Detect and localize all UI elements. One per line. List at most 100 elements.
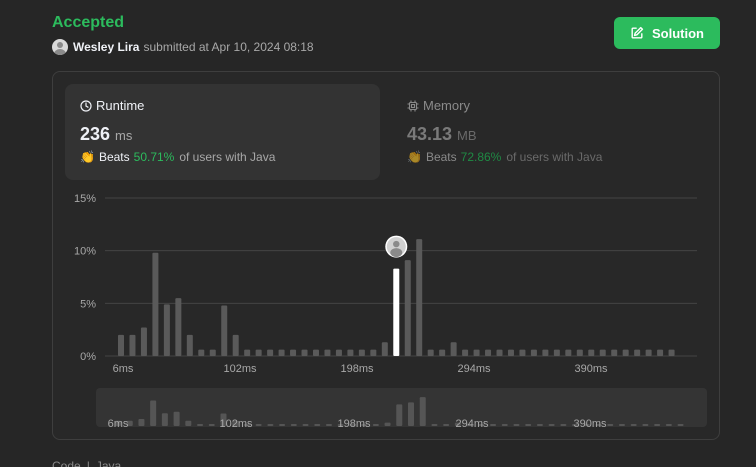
distribution-bar[interactable] bbox=[129, 334, 136, 356]
overview-bar bbox=[536, 424, 543, 426]
tab-code[interactable]: Code bbox=[52, 459, 81, 467]
distribution-bar[interactable] bbox=[198, 349, 205, 356]
distribution-bar[interactable] bbox=[427, 349, 434, 356]
distribution-bar[interactable] bbox=[496, 349, 503, 356]
user-avatar-body bbox=[390, 248, 403, 258]
overview-bar bbox=[607, 424, 614, 426]
distribution-bar[interactable] bbox=[255, 349, 262, 356]
distribution-bar[interactable] bbox=[519, 349, 526, 356]
distribution-bar[interactable] bbox=[485, 349, 492, 356]
distribution-bar[interactable] bbox=[335, 349, 342, 356]
overview-bar bbox=[197, 424, 204, 426]
overview-x-tick-label: 102ms bbox=[219, 418, 253, 430]
distribution-bar[interactable] bbox=[324, 349, 331, 356]
distribution-bar[interactable] bbox=[278, 349, 285, 356]
user-avatar-head bbox=[393, 240, 400, 248]
distribution-bar[interactable] bbox=[553, 349, 560, 356]
overview-bar bbox=[185, 420, 192, 426]
overview-bar bbox=[302, 424, 309, 426]
overview-bar bbox=[325, 424, 332, 426]
overview-bar bbox=[618, 424, 625, 426]
overview-bar bbox=[208, 424, 215, 426]
distribution-bar[interactable] bbox=[404, 260, 411, 356]
overview-bar bbox=[267, 424, 274, 426]
overview-bar bbox=[314, 424, 321, 426]
distribution-bar[interactable] bbox=[576, 349, 583, 356]
distribution-bar[interactable] bbox=[462, 349, 469, 356]
overview-bar bbox=[290, 424, 297, 426]
overview-bar bbox=[431, 424, 438, 426]
overview-bar bbox=[642, 424, 649, 426]
distribution-bar[interactable] bbox=[186, 334, 193, 356]
distribution-bar[interactable] bbox=[599, 349, 606, 356]
overview-bar bbox=[419, 397, 426, 426]
distribution-bar[interactable] bbox=[267, 349, 274, 356]
distribution-bar[interactable] bbox=[634, 349, 641, 356]
distribution-bar[interactable] bbox=[565, 349, 572, 356]
distribution-bar[interactable] bbox=[530, 349, 537, 356]
distribution-bar[interactable] bbox=[645, 349, 652, 356]
distribution-bar[interactable] bbox=[657, 349, 664, 356]
distribution-bar[interactable] bbox=[301, 349, 308, 356]
distribution-bar[interactable] bbox=[507, 349, 514, 356]
overview-bar bbox=[560, 424, 567, 426]
distribution-bar[interactable] bbox=[473, 349, 480, 356]
x-tick-label: 198ms bbox=[340, 363, 374, 375]
distribution-bar[interactable] bbox=[611, 349, 618, 356]
distribution-bar[interactable] bbox=[588, 349, 595, 356]
overview-bar bbox=[150, 400, 157, 426]
overview-bar bbox=[161, 413, 168, 426]
overview-bar bbox=[384, 422, 391, 426]
overview-bar bbox=[396, 404, 403, 426]
distribution-bar[interactable] bbox=[347, 349, 354, 356]
y-tick-label: 15% bbox=[74, 193, 96, 205]
distribution-bar[interactable] bbox=[244, 349, 251, 356]
distribution-bar[interactable] bbox=[381, 342, 388, 356]
overview-bar bbox=[255, 424, 262, 426]
overview-bar bbox=[408, 402, 414, 426]
distribution-bar[interactable] bbox=[370, 349, 377, 356]
overview-bar bbox=[279, 424, 286, 426]
overview-bar bbox=[630, 424, 637, 426]
y-tick-label: 10% bbox=[74, 246, 96, 258]
distribution-bar[interactable] bbox=[175, 298, 182, 356]
distribution-bar[interactable] bbox=[622, 349, 629, 356]
overview-bar bbox=[548, 424, 555, 426]
overview-bar bbox=[665, 424, 672, 426]
overview-bar bbox=[443, 424, 450, 426]
x-tick-label: 6ms bbox=[113, 363, 134, 375]
distribution-bar[interactable] bbox=[450, 342, 457, 356]
distribution-bar[interactable] bbox=[358, 349, 365, 356]
distribution-bar[interactable] bbox=[209, 349, 216, 356]
footer-separator: | bbox=[86, 459, 90, 467]
runtime-distribution-chart[interactable]: 15% 10% 5% 0% 6ms 102ms 198ms 294ms 390ms 6ms 102m… bbox=[0, 0, 756, 467]
overview-x-tick-label: 390ms bbox=[573, 418, 607, 430]
overview-bar bbox=[372, 424, 379, 426]
overview-bar bbox=[490, 424, 497, 426]
overview-x-tick-label: 198ms bbox=[337, 418, 371, 430]
current-submission-bar[interactable] bbox=[393, 268, 400, 356]
distribution-bar[interactable] bbox=[163, 304, 170, 356]
overview-x-tick-label: 6ms bbox=[108, 418, 129, 430]
overview-bar bbox=[677, 424, 684, 426]
distribution-bar[interactable] bbox=[118, 334, 124, 356]
y-tick-label: 0% bbox=[80, 351, 96, 363]
distribution-bar[interactable] bbox=[439, 349, 446, 356]
distribution-bar[interactable] bbox=[221, 305, 228, 356]
distribution-bar[interactable] bbox=[542, 349, 549, 356]
distribution-bar[interactable] bbox=[668, 349, 675, 356]
distribution-bar[interactable] bbox=[140, 327, 147, 356]
distribution-bar[interactable] bbox=[152, 252, 159, 356]
overview-bar bbox=[525, 424, 532, 426]
distribution-bar[interactable] bbox=[232, 334, 239, 356]
distribution-bar[interactable] bbox=[312, 349, 319, 356]
overview-bar bbox=[513, 424, 520, 426]
language-label: Java bbox=[95, 459, 122, 467]
code-footer: Code | Java bbox=[52, 459, 121, 467]
distribution-bar[interactable] bbox=[290, 349, 297, 356]
overview-bar bbox=[654, 424, 661, 426]
x-tick-label: 390ms bbox=[574, 363, 608, 375]
distribution-bar[interactable] bbox=[416, 239, 423, 356]
overview-bar bbox=[138, 418, 145, 426]
y-tick-label: 5% bbox=[80, 298, 96, 310]
